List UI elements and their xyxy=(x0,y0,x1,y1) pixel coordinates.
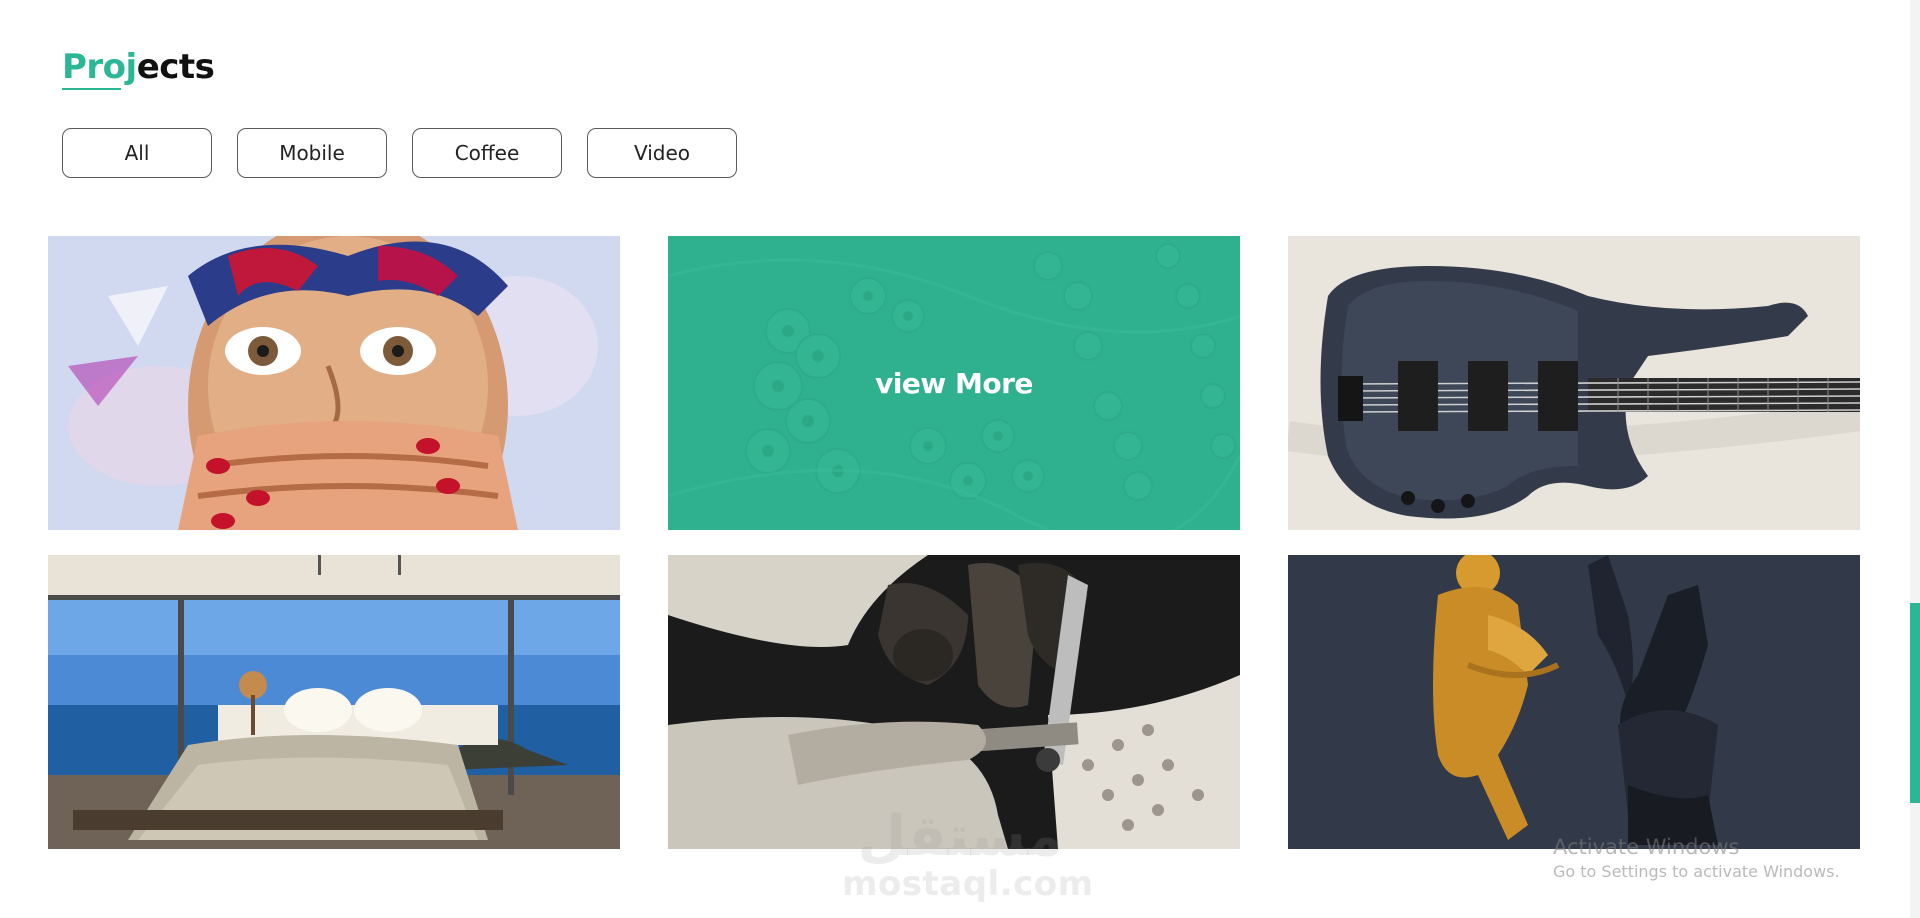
section-title-rest: ects xyxy=(136,47,215,87)
painted-face-image xyxy=(48,236,620,530)
mostaql-watermark: مستقل mostaql.com xyxy=(842,804,1094,904)
title-underline xyxy=(62,88,121,90)
activate-windows-subtitle: Go to Settings to activate Windows. xyxy=(1553,862,1840,881)
section-title: Projects xyxy=(62,44,215,90)
3d-figures-image xyxy=(1288,555,1860,849)
project-card-3d-figures[interactable] xyxy=(1288,555,1860,849)
filter-video-button[interactable]: Video xyxy=(587,128,737,178)
view-more-label: view More xyxy=(875,366,1033,400)
filter-bar: All Mobile Coffee Video xyxy=(62,128,737,178)
project-grid: view More xyxy=(48,236,1861,849)
project-card-bedroom[interactable] xyxy=(48,555,620,849)
project-card-painted-face[interactable] xyxy=(48,236,620,530)
project-card-teal-pattern[interactable]: view More xyxy=(668,236,1240,530)
scrollbar-thumb[interactable] xyxy=(1910,603,1920,803)
bass-guitar-image xyxy=(1288,236,1860,530)
filter-mobile-button[interactable]: Mobile xyxy=(237,128,387,178)
mostaql-watermark-text: mostaql.com xyxy=(842,864,1094,904)
projects-page: Projects All Mobile Coffee Video view Mo… xyxy=(0,0,1920,918)
filter-coffee-button[interactable]: Coffee xyxy=(412,128,562,178)
bedroom-image xyxy=(48,555,620,849)
project-card-bass-guitar[interactable] xyxy=(1288,236,1860,530)
activate-windows-watermark: Activate Windows Go to Settings to activ… xyxy=(1553,833,1840,883)
mostaql-watermark-glyph: مستقل xyxy=(857,804,1063,869)
activate-windows-title: Activate Windows xyxy=(1553,835,1740,859)
view-more-overlay[interactable]: view More xyxy=(668,236,1240,530)
section-title-accent: Proj xyxy=(62,47,137,87)
filter-all-button[interactable]: All xyxy=(62,128,212,178)
